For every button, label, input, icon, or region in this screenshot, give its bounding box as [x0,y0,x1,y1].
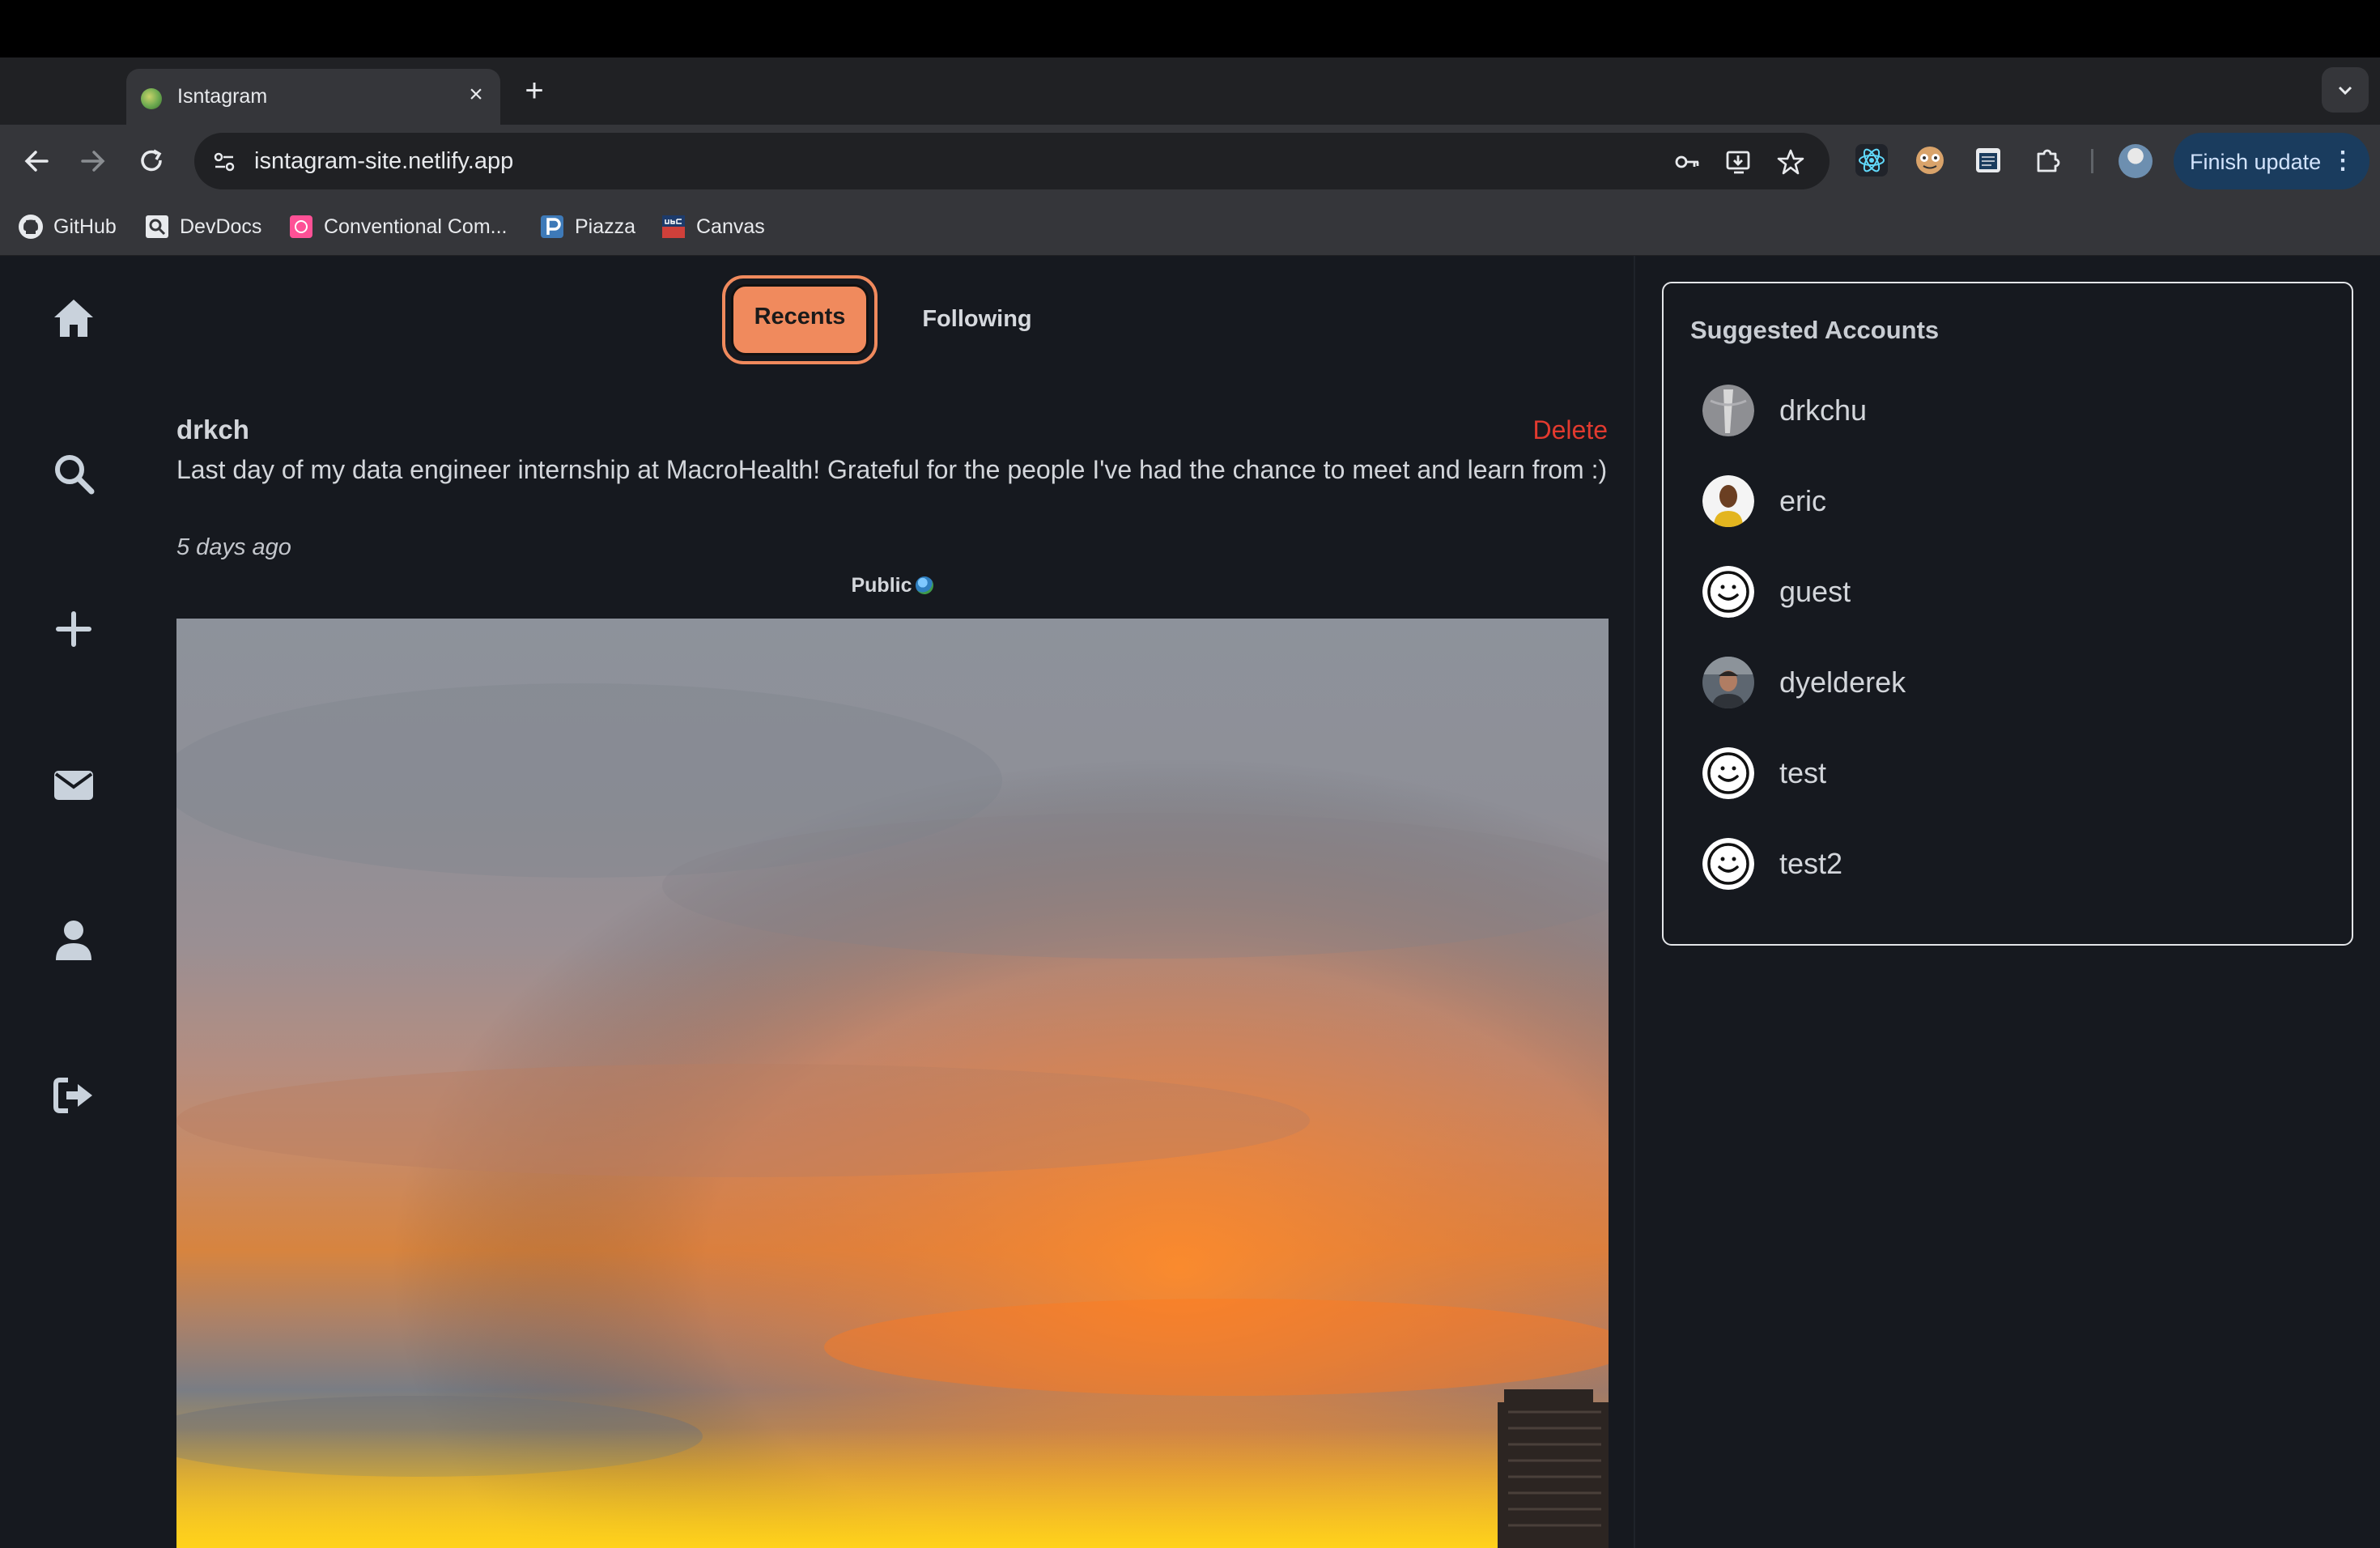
extension-face-icon[interactable] [1912,142,1948,178]
tab-close-icon[interactable]: × [463,82,489,108]
bookmark-label: Conventional Com... [324,215,508,238]
bookmark-github[interactable]: GitHub [18,212,117,241]
post-caption: Last day of my data engineer internship … [176,455,1608,484]
account-name: guest [1779,575,1851,608]
tab-recents-label: Recents [754,304,846,330]
account-name: test [1779,756,1827,789]
account-name: dyelderek [1779,666,1906,699]
profile-avatar[interactable] [2119,144,2153,178]
bookmarks-bar: GitHub DevDocs Conventional Com... Piazz… [0,198,2380,256]
suggested-accounts-title: Suggested Accounts [1690,316,1940,344]
bookmark-label: Canvas [696,215,765,238]
reload-icon[interactable] [134,144,168,178]
delete-post-button[interactable]: Delete [1533,415,1609,445]
bookmark-label: GitHub [53,215,117,238]
site-info-icon[interactable] [210,148,238,176]
column-divider [1634,256,1635,1548]
app-page: Recents Following drkch Delete Last day … [0,256,2380,1548]
conventional-commits-icon [290,215,312,238]
tab-following[interactable]: Following [890,306,1064,333]
sign-out-icon[interactable] [50,1072,97,1119]
extension-calendar-icon[interactable] [1970,142,2006,178]
avatar [1702,657,1754,708]
browser-tab[interactable]: Isntagram × [126,69,500,125]
account-name: test2 [1779,847,1843,880]
bookmark-canvas[interactable]: Canvas [661,212,765,241]
plus-icon[interactable] [50,606,97,653]
envelope-icon[interactable] [50,761,97,808]
suggested-account-item[interactable]: guest [1702,565,1851,619]
post-username[interactable]: drkch [176,415,249,445]
smiley-avatar-icon [1702,566,1754,618]
bookmark-piazza[interactable]: Piazza [539,212,635,241]
github-icon [19,215,43,239]
suggested-accounts-card: Suggested Accounts drkchu eric guest dye… [1662,282,2353,946]
kebab-menu-icon[interactable]: ⋮ [2331,147,2355,175]
avatar [1702,475,1754,527]
bookmark-label: Piazza [575,215,636,238]
bookmark-star-icon[interactable] [1776,147,1805,176]
chevron-down-icon [2338,86,2352,96]
sunset-sky-image [176,619,1609,1548]
tab-title: Isntagram [177,85,268,108]
building-silhouette [1498,1389,1609,1548]
key-icon[interactable] [1672,147,1702,176]
smiley-avatar-icon [1702,747,1754,799]
search-icon[interactable] [50,450,97,497]
suggested-account-item[interactable]: eric [1702,474,1826,528]
url-text[interactable]: isntagram-site.netlify.app [254,148,513,175]
browser-toolbar: isntagram-site.netlify.app Finish update… [0,125,2380,198]
account-name: drkchu [1779,393,1868,427]
bookmark-devdocs[interactable]: DevDocs [144,212,261,241]
home-icon[interactable] [50,295,97,342]
user-icon[interactable] [50,916,97,963]
toolbar-separator [2091,149,2093,173]
tab-search-button[interactable] [2322,67,2369,113]
account-name: eric [1779,484,1827,517]
forward-arrow-icon[interactable] [76,144,110,178]
extensions-puzzle-icon[interactable] [2030,142,2066,178]
bookmark-label: DevDocs [180,215,262,238]
react-devtools-icon[interactable] [1854,142,1889,178]
finish-update-label: Finish update [2190,150,2322,174]
visibility-label: Public [851,574,912,597]
piazza-icon [541,215,563,238]
tab-recents[interactable]: Recents [722,275,878,364]
new-tab-icon[interactable]: + [518,74,550,108]
suggested-account-item[interactable]: test [1702,746,1826,800]
smiley-avatar-icon [1702,838,1754,890]
finish-update-button[interactable]: Finish update ⋮ [2174,133,2369,189]
avatar [1702,385,1754,436]
suggested-account-item[interactable]: dyelderek [1702,656,1906,709]
post-image[interactable] [176,619,1609,1548]
browser-tab-strip: Isntagram × + [0,57,2380,125]
address-bar[interactable]: isntagram-site.netlify.app [194,133,1830,189]
post-visibility: Public [0,574,1784,598]
tab-favicon-icon [141,88,162,109]
suggested-account-item[interactable]: test2 [1702,837,1842,891]
bookmark-conventional-commits[interactable]: Conventional Com... [288,212,508,241]
back-arrow-icon[interactable] [19,144,53,178]
globe-icon [915,576,933,594]
system-menu-bar [0,0,2380,57]
suggested-account-item[interactable]: drkchu [1702,384,1867,437]
post-timestamp: 5 days ago [176,534,291,560]
devdocs-icon [146,215,168,238]
install-app-icon[interactable] [1724,147,1753,176]
canvas-icon [662,215,685,238]
